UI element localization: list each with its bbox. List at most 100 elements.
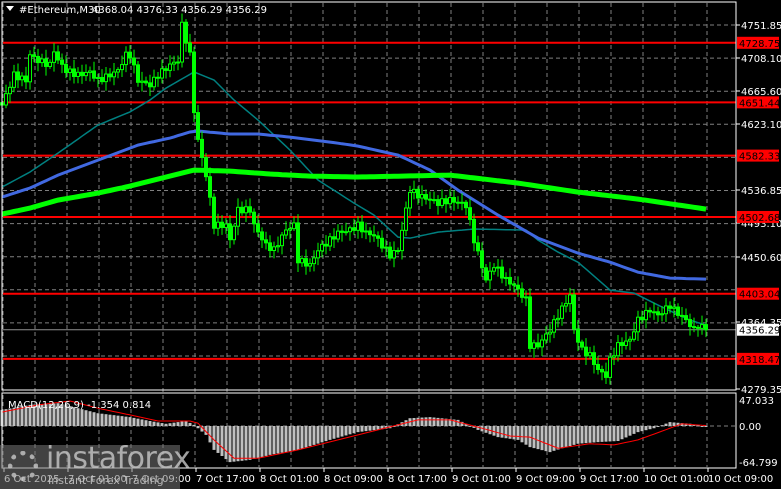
candle — [232, 223, 236, 245]
candle — [600, 365, 604, 381]
candle-body — [268, 242, 272, 252]
macd-histogram-bar — [196, 426, 200, 429]
macd-histogram-bar — [356, 426, 360, 433]
candle-body — [292, 222, 296, 230]
candle-body — [320, 243, 324, 252]
candle — [636, 310, 640, 342]
candle-body — [356, 221, 360, 231]
candle-body — [24, 75, 28, 83]
candle — [72, 59, 76, 84]
candle — [324, 235, 328, 255]
candle — [120, 55, 124, 78]
candle — [92, 61, 96, 82]
time-tick-label: 9 Oct 01:00 — [452, 474, 511, 485]
candle — [536, 333, 540, 350]
macd-histogram-bar — [332, 426, 336, 439]
macd-histogram-bar — [84, 410, 88, 426]
candle-body — [192, 51, 196, 114]
time-tick-label: 7 Oct 17:00 — [196, 474, 255, 485]
macd-histogram-bar — [148, 420, 152, 426]
candle — [340, 225, 344, 242]
candle-body — [312, 257, 316, 265]
macd-histogram-bar — [532, 426, 536, 449]
candle — [440, 189, 444, 209]
candle — [496, 259, 500, 277]
candle-body — [488, 270, 492, 281]
candle-body — [644, 309, 648, 321]
candle — [520, 282, 524, 303]
candle — [700, 315, 704, 335]
candle-body — [680, 314, 684, 317]
macd-histogram-bar — [412, 417, 416, 426]
candle — [656, 306, 660, 322]
candle — [376, 231, 380, 247]
candle — [192, 46, 196, 122]
candle-body — [276, 245, 280, 248]
candle-body — [544, 333, 548, 341]
candle — [200, 131, 204, 167]
candle-body — [436, 199, 440, 206]
macd-histogram-bar — [504, 426, 508, 439]
candle-body — [540, 339, 544, 348]
candle-body — [668, 305, 672, 309]
candle — [20, 72, 24, 87]
candle-body — [204, 157, 208, 178]
candle-body — [376, 235, 380, 239]
candle-body — [564, 303, 568, 307]
candle-body — [288, 228, 292, 231]
collapse-triangle-icon[interactable] — [6, 6, 14, 11]
candle-body — [284, 229, 288, 236]
candle — [548, 324, 552, 343]
macd-histogram-bar — [252, 426, 256, 459]
candle — [256, 214, 260, 238]
candle — [312, 250, 316, 272]
candle — [368, 227, 372, 243]
candle — [372, 225, 376, 242]
ma-fast-line — [1, 71, 707, 326]
candle-body — [352, 227, 356, 231]
macd-histogram-bar — [88, 411, 92, 426]
price-tick-label: 4751.85 — [741, 21, 781, 32]
candle — [392, 241, 396, 268]
price-chart[interactable]: 4751.854708.104665.604623.104536.854493.… — [0, 0, 781, 489]
macd-histogram-bar — [556, 426, 560, 450]
macd-histogram-bar — [700, 426, 704, 427]
price-tick-label: 4536.85 — [741, 186, 781, 197]
candle-body — [324, 243, 328, 247]
candle — [680, 306, 684, 325]
macd-histogram-bar — [584, 426, 588, 444]
macd-histogram-bar — [160, 423, 164, 426]
macd-histogram-bar — [580, 426, 584, 444]
candle-body — [184, 21, 188, 44]
candle — [148, 74, 152, 97]
candle-body — [372, 234, 376, 237]
candle — [412, 180, 416, 200]
candle-body — [8, 86, 12, 95]
candle-body — [624, 340, 628, 346]
macd-histogram-bar — [524, 426, 528, 445]
candle — [444, 194, 448, 213]
candle — [500, 259, 504, 284]
macd-histogram-bar — [268, 426, 272, 455]
candle-body — [572, 294, 576, 330]
candle-body — [508, 276, 512, 285]
candle-body — [628, 338, 632, 342]
macd-label: MACD(12,26,9) -1.354 0.814 — [8, 400, 151, 411]
candle-body — [576, 328, 580, 343]
macd-histogram-bar — [292, 426, 296, 451]
macd-histogram-bar — [224, 426, 228, 460]
candle-body — [420, 194, 424, 199]
candle-body — [568, 294, 572, 305]
macd-histogram-bar — [240, 426, 244, 461]
macd-histogram-bar — [92, 412, 96, 426]
macd-histogram-bar — [588, 426, 592, 443]
candle — [564, 295, 568, 313]
macd-histogram-bar — [436, 417, 440, 426]
macd-histogram-bar — [672, 422, 676, 426]
candle — [356, 216, 360, 239]
candle — [580, 339, 584, 351]
candle — [228, 214, 232, 249]
candle-body — [296, 222, 300, 264]
candle-body — [700, 324, 704, 329]
macd-tick-label: 0.00 — [739, 422, 761, 433]
